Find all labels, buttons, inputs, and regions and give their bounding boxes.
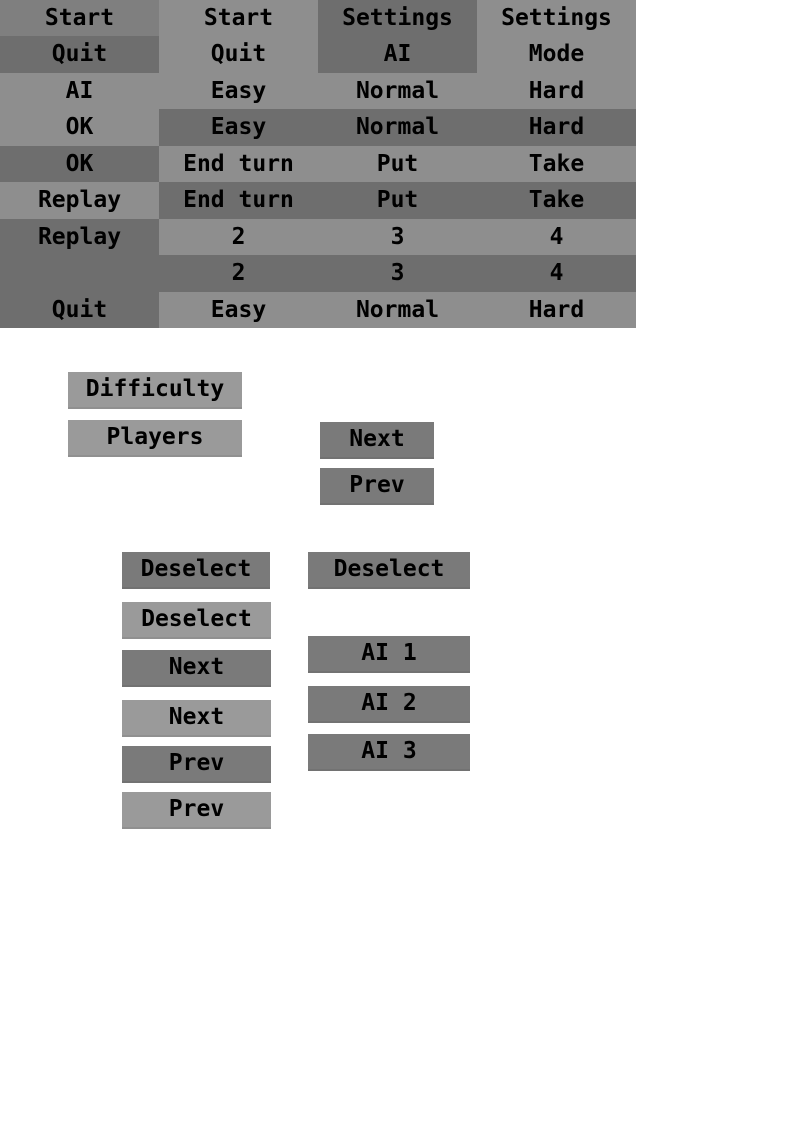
sheet-cell[interactable]: AI (318, 36, 477, 73)
sheet-cell[interactable]: Put (318, 182, 477, 219)
prev-button-light[interactable]: Prev (122, 792, 271, 829)
next-button-dark[interactable]: Next (122, 650, 271, 687)
prev-button-dark[interactable]: Prev (122, 746, 271, 783)
sheet-cell[interactable]: Easy (159, 109, 318, 146)
sheet-cell[interactable]: Settings (318, 0, 477, 36)
sheet-cell[interactable]: Easy (159, 292, 318, 328)
ai-deselect-button[interactable]: Deselect (308, 552, 470, 589)
deselect-button-dark[interactable]: Deselect (122, 552, 270, 589)
difficulty-button[interactable]: Difficulty (68, 372, 242, 409)
sheet-cell[interactable]: Start (159, 0, 318, 36)
ai-2-button[interactable]: AI 2 (308, 686, 470, 723)
ai-3-button[interactable]: AI 3 (308, 734, 470, 771)
sheet-cell[interactable]: Quit (0, 36, 159, 73)
sheet-cell[interactable]: Hard (477, 292, 636, 328)
sheet-cell[interactable]: End turn (159, 182, 318, 219)
sheet-cell[interactable]: OK (0, 146, 159, 182)
sheet-cell[interactable]: Quit (159, 36, 318, 73)
sheet-cell[interactable]: End turn (159, 146, 318, 182)
sheet-cell[interactable]: Take (477, 182, 636, 219)
sheet-cell[interactable]: Put (318, 146, 477, 182)
sheet-cell[interactable]: Replay (0, 182, 159, 219)
sheet-cell[interactable]: Mode (477, 36, 636, 73)
sheet-cell[interactable] (0, 255, 159, 292)
deselect-button-light[interactable]: Deselect (122, 602, 271, 639)
sheet-cell[interactable]: OK (0, 109, 159, 146)
next-button-light[interactable]: Next (122, 700, 271, 737)
sheet-cell[interactable]: 3 (318, 255, 477, 292)
sheet-cell[interactable]: Normal (318, 73, 477, 109)
prev-button[interactable]: Prev (320, 468, 434, 505)
sheet-cell[interactable]: 2 (159, 219, 318, 255)
ai-1-button[interactable]: AI 1 (308, 636, 470, 673)
sheet-cell[interactable]: 4 (477, 219, 636, 255)
sheet-cell[interactable]: 4 (477, 255, 636, 292)
sheet-cell[interactable]: 2 (159, 255, 318, 292)
sheet-cell[interactable]: Replay (0, 219, 159, 255)
sheet-cell[interactable]: Easy (159, 73, 318, 109)
players-button[interactable]: Players (68, 420, 242, 457)
sheet-cell[interactable]: Normal (318, 292, 477, 328)
sheet-cell[interactable]: AI (0, 73, 159, 109)
sheet-cell[interactable]: Quit (0, 292, 159, 328)
sheet-cell[interactable]: Start (0, 0, 159, 36)
sheet-cell[interactable]: Hard (477, 73, 636, 109)
next-button[interactable]: Next (320, 422, 434, 459)
sheet-cell[interactable]: Hard (477, 109, 636, 146)
sheet-cell[interactable]: Take (477, 146, 636, 182)
sheet-cell[interactable]: Settings (477, 0, 636, 36)
sheet-cell[interactable]: 3 (318, 219, 477, 255)
button-sprite-sheet: Start Start Settings Settings Quit Quit AI Mode… (0, 0, 636, 328)
sheet-cell[interactable]: Normal (318, 109, 477, 146)
